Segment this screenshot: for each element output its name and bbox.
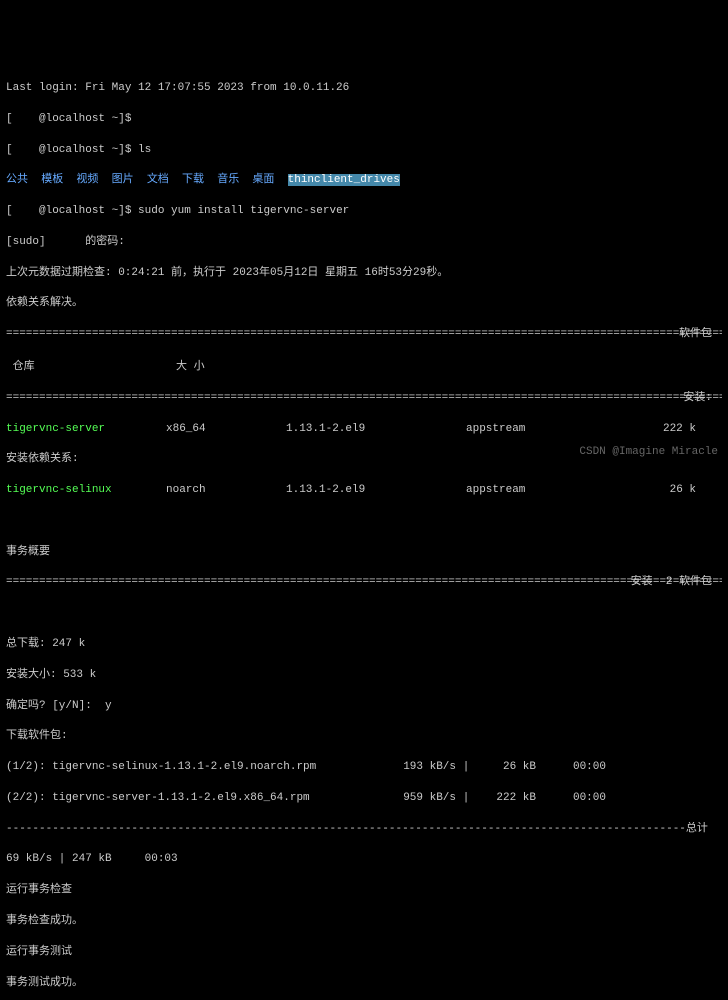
prompt-line[interactable]: [ @localhost ~]$ sudo yum install tigerv… — [6, 204, 722, 219]
download-row: (2/2): tigervnc-server-1.13.1-2.el9.x86_… — [6, 791, 722, 806]
divider: ========================================… — [6, 327, 722, 342]
cmd-ls: ls — [138, 144, 151, 156]
table-header: 仓库大 小 — [6, 360, 722, 375]
download-row: (1/2): tigervnc-selinux-1.13.1-2.el9.noa… — [6, 760, 722, 775]
total-download: 总下载: 247 k — [6, 637, 722, 652]
dep-resolved: 依赖关系解决。 — [6, 296, 722, 311]
prompt-line[interactable]: [ @localhost ~]$ ls — [6, 143, 722, 158]
confirm-prompt[interactable]: 确定吗? [y/N]: y — [6, 699, 722, 714]
divider: ========================================… — [6, 575, 722, 590]
txn-test: 运行事务测试 — [6, 945, 722, 960]
divider: ========================================… — [6, 391, 722, 406]
txn-test-ok: 事务测试成功。 — [6, 976, 722, 991]
summary-title: 事务概要 — [6, 545, 722, 560]
prompt-line: [ @localhost ~]$ — [6, 112, 722, 127]
metadata-line: 上次元数据过期检查: 0:24:21 前，执行于 2023年05月12日 星期五… — [6, 266, 722, 281]
divider-total: ----------------------------------------… — [6, 822, 722, 837]
last-login: Last login: Fri May 12 17:07:55 2023 fro… — [6, 81, 722, 96]
watermark: CSDN @Imagine Miracle — [579, 445, 718, 460]
downloading: 下载软件包: — [6, 729, 722, 744]
selected-dir: thinclient_drives — [288, 174, 400, 186]
package-row: tigervnc-selinuxnoarch1.13.1-2.el9appstr… — [6, 483, 722, 498]
blank-line — [6, 514, 722, 529]
package-row: tigervnc-serverx86_641.13.1-2.el9appstre… — [6, 422, 722, 437]
sudo-password: [sudo] 的密码: — [6, 235, 722, 250]
blank-line — [6, 606, 722, 621]
terminal-output: Last login: Fri May 12 17:07:55 2023 fro… — [6, 66, 722, 1000]
install-size: 安装大小: 533 k — [6, 668, 722, 683]
ls-output: 公共 模板 视频 图片 文档 下载 音乐 桌面 thinclient_drive… — [6, 173, 722, 188]
txn-check-ok: 事务检查成功。 — [6, 914, 722, 929]
total-speed: 69 kB/s | 247 kB 00:03 — [6, 852, 722, 867]
txn-check: 运行事务检查 — [6, 883, 722, 898]
cmd-sudo: sudo yum install tigervnc-server — [138, 205, 349, 217]
